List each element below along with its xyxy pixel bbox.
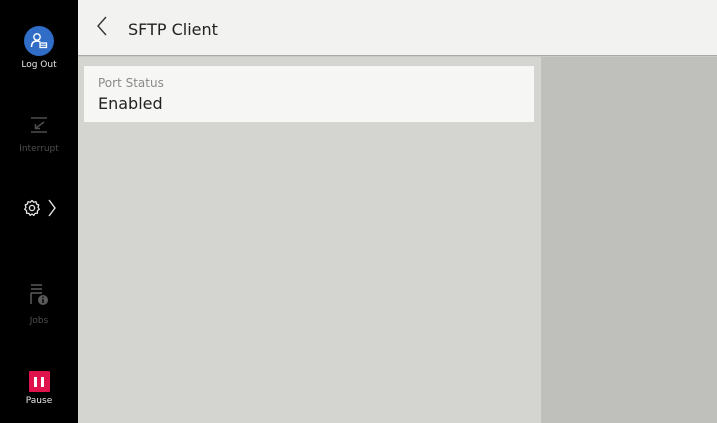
pause-button[interactable]: Pause bbox=[0, 371, 78, 406]
device-settings-button[interactable] bbox=[0, 198, 78, 222]
header-bar: SFTP Client bbox=[78, 0, 717, 56]
user-logout-icon bbox=[24, 26, 54, 56]
back-button[interactable] bbox=[92, 16, 112, 40]
setting-label: Port Status bbox=[98, 76, 164, 90]
setting-value: Enabled bbox=[98, 94, 163, 113]
sidebar: Log Out Interrupt Jobs Pause bbox=[0, 0, 78, 423]
interrupt-label: Interrupt bbox=[19, 144, 59, 154]
logout-label: Log Out bbox=[21, 60, 57, 70]
interrupt-icon bbox=[28, 114, 50, 140]
chevron-right-icon bbox=[48, 198, 56, 222]
port-status-item[interactable]: Port Status Enabled bbox=[84, 66, 534, 122]
page-title: SFTP Client bbox=[128, 20, 218, 39]
gear-icon bbox=[22, 198, 42, 222]
logout-button[interactable]: Log Out bbox=[0, 26, 78, 70]
jobs-button[interactable]: Jobs bbox=[0, 282, 78, 326]
pause-label: Pause bbox=[25, 396, 53, 406]
interrupt-button[interactable]: Interrupt bbox=[0, 114, 78, 154]
pause-icon bbox=[28, 371, 50, 392]
chevron-left-icon bbox=[96, 15, 108, 41]
side-panel bbox=[541, 57, 717, 423]
jobs-info-icon bbox=[28, 282, 50, 312]
jobs-label: Jobs bbox=[29, 316, 49, 326]
